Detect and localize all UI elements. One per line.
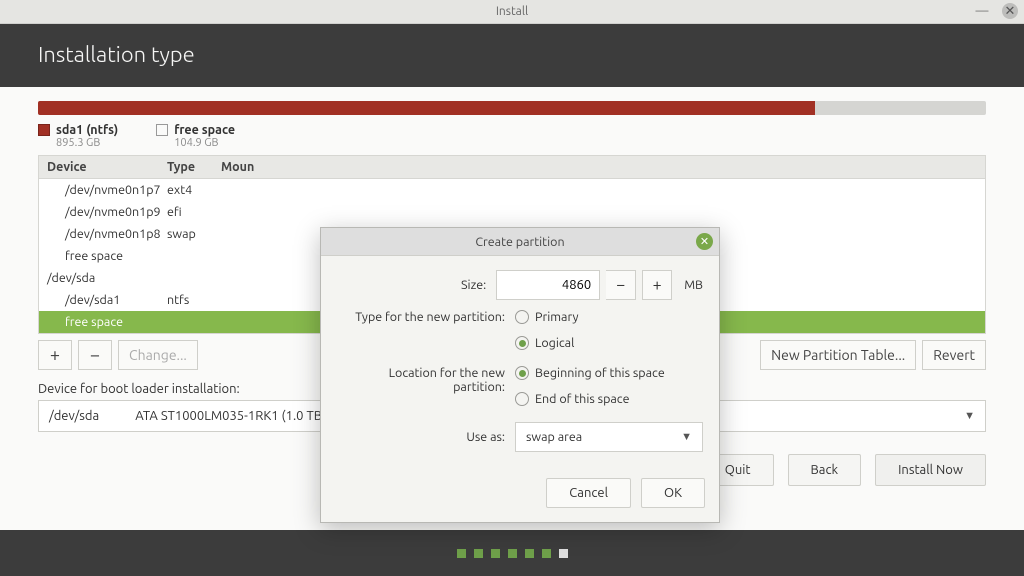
radio-label: Logical [535, 336, 574, 350]
dialog-close-icon[interactable]: ✕ [696, 233, 713, 250]
legend-label: free space [174, 123, 235, 137]
usage-seg-free [815, 101, 986, 115]
create-partition-dialog: Create partition ✕ Size: − + MB Type for… [320, 227, 720, 523]
size-label: Size: [337, 278, 496, 292]
col-mount[interactable]: Moun [213, 156, 985, 178]
radio-icon [515, 310, 529, 324]
legend-size: 104.9 GB [174, 137, 235, 149]
radio-logical[interactable]: Logical [515, 336, 574, 350]
boot-device: /dev/sda [49, 409, 99, 423]
radio-label: End of this space [535, 392, 629, 406]
size-input[interactable] [496, 270, 600, 300]
legend-item-sda1: sda1 (ntfs) 895.3 GB [38, 123, 118, 149]
legend-label: sda1 (ntfs) [56, 123, 118, 137]
size-decrement-button[interactable]: − [606, 270, 636, 300]
progress-dot [542, 549, 551, 558]
revert-button[interactable]: Revert [922, 340, 986, 370]
chevron-down-icon: ▼ [964, 410, 975, 422]
ok-button[interactable]: OK [641, 478, 705, 508]
titlebar: Install — ✕ [0, 0, 1024, 24]
progress-dot [525, 549, 534, 558]
page-title: Installation type [38, 42, 195, 67]
radio-end[interactable]: End of this space [515, 392, 629, 406]
location-label: Location for the new partition: [337, 366, 515, 394]
usage-seg-sda1 [38, 101, 815, 115]
col-device[interactable]: Device [39, 156, 159, 178]
table-header: Device Type Moun [39, 156, 985, 179]
legend-swatch-white [156, 124, 168, 136]
progress-dot [559, 549, 568, 558]
close-icon[interactable]: ✕ [1002, 3, 1018, 19]
minimize-icon[interactable]: — [974, 3, 990, 19]
install-now-button[interactable]: Install Now [875, 454, 986, 486]
dialog-titlebar: Create partition ✕ [321, 228, 719, 256]
useas-label: Use as: [337, 430, 515, 444]
progress-dot [491, 549, 500, 558]
progress-dot [457, 549, 466, 558]
size-increment-button[interactable]: + [642, 270, 672, 300]
remove-partition-button[interactable]: − [78, 340, 112, 370]
new-partition-table-button[interactable]: New Partition Table... [760, 340, 916, 370]
usage-legend: sda1 (ntfs) 895.3 GB free space 104.9 GB [38, 123, 986, 149]
radio-icon [515, 366, 529, 380]
add-partition-button[interactable]: + [38, 340, 72, 370]
size-unit: MB [684, 278, 703, 292]
progress-dot [508, 549, 517, 558]
radio-label: Beginning of this space [535, 366, 665, 380]
radio-icon [515, 392, 529, 406]
window-title: Install [496, 5, 528, 18]
back-button[interactable]: Back [788, 454, 862, 486]
legend-size: 895.3 GB [56, 137, 118, 149]
legend-item-free: free space 104.9 GB [156, 123, 235, 149]
type-label: Type for the new partition: [337, 310, 515, 324]
radio-label: Primary [535, 310, 579, 324]
progress-dots [0, 530, 1024, 576]
radio-begin[interactable]: Beginning of this space [515, 366, 665, 380]
legend-swatch-red [38, 124, 50, 136]
change-partition-button[interactable]: Change... [118, 340, 198, 370]
boot-device-desc: ATA ST1000LM035-1RK1 (1.0 TB) [135, 409, 326, 423]
cancel-button[interactable]: Cancel [546, 478, 631, 508]
col-type[interactable]: Type [159, 156, 213, 178]
radio-icon [515, 336, 529, 350]
useas-select[interactable]: swap area ▼ [515, 422, 703, 452]
disk-usage-bar [38, 101, 986, 115]
dialog-title: Create partition [475, 235, 564, 249]
radio-primary[interactable]: Primary [515, 310, 579, 324]
table-row[interactable]: /dev/nvme0n1p7ext4 [39, 179, 985, 201]
chevron-down-icon: ▼ [681, 431, 692, 443]
page-header: Installation type [0, 24, 1024, 87]
progress-dot [474, 549, 483, 558]
useas-value: swap area [526, 430, 582, 444]
table-row[interactable]: /dev/nvme0n1p9efi [39, 201, 985, 223]
